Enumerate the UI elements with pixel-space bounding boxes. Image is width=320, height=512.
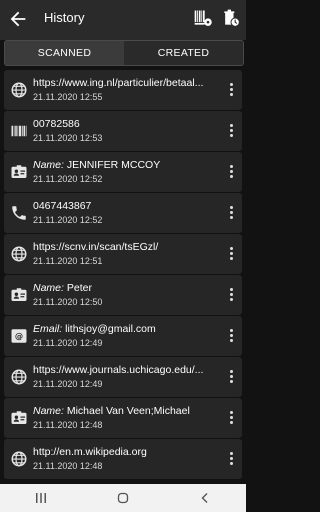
phone-icon [10, 204, 28, 222]
history-item[interactable]: https://www.journals.uchicago.edu/... 21.… [4, 357, 242, 397]
globe-icon [10, 245, 28, 263]
history-item-timestamp: 21.11.2020 12:50 [33, 297, 103, 307]
globe-icon [10, 450, 28, 468]
history-item-value: http://en.m.wikipedia.org [33, 446, 147, 458]
email-icon: @ [10, 327, 28, 345]
history-item-content: Name: Michael Van Veen;Michael 21.11.2020… [33, 404, 219, 431]
history-item-timestamp: 21.11.2020 12:49 [33, 338, 103, 348]
history-item-text: https://www.journals.uchicago.edu/... [33, 363, 219, 377]
history-item[interactable]: https://www.ing.nl/particulier/betaal...… [4, 70, 242, 110]
back-arrow-icon[interactable] [7, 8, 29, 30]
barcode-icon [10, 122, 28, 140]
history-item-content: 00782586 21.11.2020 12:53 [33, 117, 219, 144]
history-item-content: 0467443867 21.11.2020 12:52 [33, 199, 219, 226]
svg-text:@: @ [15, 331, 23, 341]
history-item-value: JENNIFER MCCOY [63, 159, 161, 171]
system-navigation-bar [0, 484, 246, 512]
history-item-text: Email: lithsjoy@gmail.com [33, 322, 219, 336]
more-options-icon[interactable] [229, 83, 233, 97]
history-item-content: https://www.ing.nl/particulier/betaal...… [33, 76, 219, 103]
history-item-content: Name: JENNIFER MCCOY 21.11.2020 12:52 [33, 158, 219, 185]
more-options-icon[interactable] [229, 452, 233, 466]
history-item-timestamp: 21.11.2020 12:49 [33, 379, 103, 389]
history-item-text: Name: Michael Van Veen;Michael [33, 404, 219, 418]
history-item[interactable]: 0467443867 21.11.2020 12:52 [4, 193, 242, 233]
history-item-content: Name: Peter 21.11.2020 12:50 [33, 281, 219, 308]
recent-apps-icon[interactable] [30, 489, 52, 507]
history-item-value: lithsjoy@gmail.com [62, 323, 156, 335]
history-tabs: SCANNED CREATED [4, 40, 244, 66]
more-options-icon[interactable] [229, 124, 233, 138]
more-options-icon[interactable] [229, 411, 233, 425]
history-item-text: http://en.m.wikipedia.org [33, 445, 219, 459]
history-item-text: 00782586 [33, 117, 219, 131]
history-item-timestamp: 21.11.2020 12:53 [33, 133, 103, 143]
delete-history-icon[interactable] [221, 8, 241, 28]
tab-created[interactable]: CREATED [124, 41, 243, 65]
tab-scanned[interactable]: SCANNED [5, 41, 124, 65]
history-item-value: 00782586 [33, 118, 80, 130]
history-item-timestamp: 21.11.2020 12:55 [33, 92, 103, 102]
globe-icon [10, 81, 28, 99]
contact-card-icon [10, 286, 28, 304]
more-options-icon[interactable] [229, 370, 233, 384]
history-item-field-label: Name: [33, 282, 64, 294]
globe-icon [10, 368, 28, 386]
history-item-field-label: Email: [33, 323, 63, 335]
history-item-value: https://www.ing.nl/particulier/betaal... [33, 77, 204, 89]
more-options-icon[interactable] [229, 329, 233, 343]
history-item-value: Peter [63, 282, 92, 294]
history-item-text: Name: JENNIFER MCCOY [33, 158, 219, 172]
contact-card-icon [10, 409, 28, 427]
history-item[interactable]: Name: JENNIFER MCCOY 21.11.2020 12:52 [4, 152, 242, 192]
history-item-timestamp: 21.11.2020 12:48 [33, 461, 103, 471]
more-options-icon[interactable] [229, 206, 233, 220]
history-item-text: Name: Peter [33, 281, 219, 295]
history-item-value: https://www.journals.uchicago.edu/... [33, 364, 204, 376]
history-item-timestamp: 21.11.2020 12:52 [33, 174, 103, 184]
history-item-content: https://scnv.in/scan/tsEGzl/21.11.2020 1… [33, 240, 219, 267]
history-item[interactable]: http://en.m.wikipedia.org 21.11.2020 12:4… [4, 439, 242, 479]
history-item-field-label: Name: [33, 159, 64, 171]
history-item-value: https://scnv.in/scan/tsEGzl/ [33, 241, 159, 253]
history-item-timestamp: 21.11.2020 12:52 [33, 215, 103, 225]
more-options-icon[interactable] [229, 288, 233, 302]
history-item-field-label: Name: [33, 405, 64, 417]
history-item-timestamp: 21.11.2020 12:51 [33, 256, 103, 266]
page-title: History [44, 10, 85, 25]
more-options-icon[interactable] [229, 165, 233, 179]
history-item-content: http://en.m.wikipedia.org 21.11.2020 12:4… [33, 445, 219, 472]
history-item-content: Email: lithsjoy@gmail.com 21.11.2020 12:4… [33, 322, 219, 349]
barcode-settings-icon[interactable] [193, 8, 213, 28]
history-item-content: https://www.journals.uchicago.edu/... 21.… [33, 363, 219, 390]
history-item[interactable]: Name: Michael Van Veen;Michael 21.11.2020… [4, 398, 242, 438]
history-item[interactable]: @ Email: lithsjoy@gmail.com 21.11.2020 12:… [4, 316, 242, 356]
history-item-text: https://scnv.in/scan/tsEGzl/ [33, 240, 219, 254]
history-item-timestamp: 21.11.2020 12:48 [33, 420, 103, 430]
contact-card-icon [10, 163, 28, 181]
history-item[interactable]: 00782586 21.11.2020 12:53 [4, 111, 242, 151]
history-item-text: https://www.ing.nl/particulier/betaal... [33, 76, 219, 90]
history-item[interactable]: https://scnv.in/scan/tsEGzl/21.11.2020 1… [4, 234, 242, 274]
app-bar: History [0, 0, 246, 40]
home-icon[interactable] [112, 489, 134, 507]
history-item-value: 0467443867 [33, 200, 92, 212]
history-item[interactable]: Name: Peter 21.11.2020 12:50 [4, 275, 242, 315]
back-icon[interactable] [194, 489, 216, 507]
history-list: https://www.ing.nl/particulier/betaal...… [4, 70, 242, 480]
more-options-icon[interactable] [229, 247, 233, 261]
history-item-text: 0467443867 [33, 199, 219, 213]
history-item-value: Michael Van Veen;Michael [63, 405, 190, 417]
